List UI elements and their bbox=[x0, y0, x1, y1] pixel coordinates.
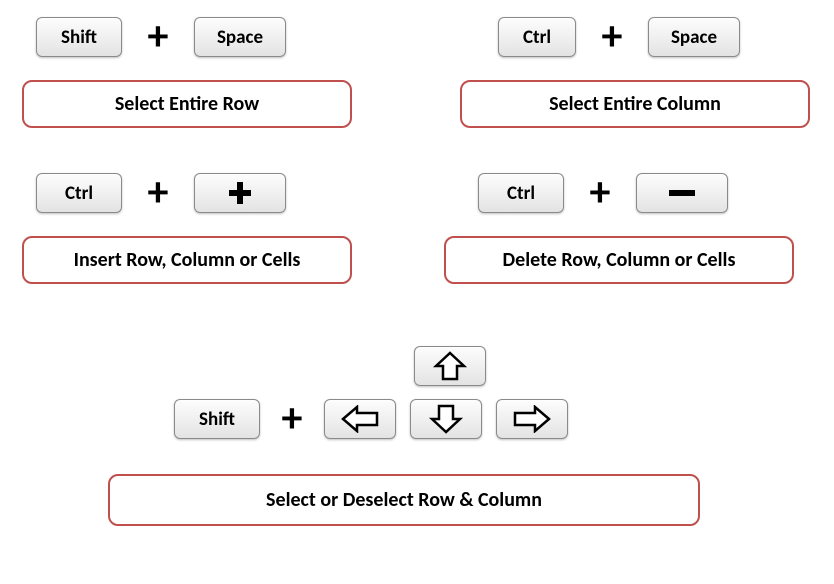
key-space: Space bbox=[194, 17, 286, 57]
label-text: Select or Deselect Row & Column bbox=[266, 488, 542, 512]
key-ctrl: Ctrl bbox=[36, 173, 122, 213]
label-insert: Insert Row, Column or Cells bbox=[22, 236, 352, 284]
shortcut-select-row-keys: Shift + Space bbox=[36, 16, 286, 58]
arrow-up-icon bbox=[433, 351, 467, 381]
label-text: Delete Row, Column or Cells bbox=[503, 248, 736, 272]
label-text: Select Entire Column bbox=[549, 92, 721, 116]
arrow-left-icon bbox=[341, 405, 379, 433]
key-space: Space bbox=[648, 17, 740, 57]
key-shift: Shift bbox=[36, 17, 122, 57]
key-ctrl: Ctrl bbox=[498, 17, 576, 57]
label-delete: Delete Row, Column or Cells bbox=[444, 236, 794, 284]
shortcut-select-column-keys: Ctrl + Space bbox=[498, 16, 740, 58]
key-arrow-right bbox=[496, 399, 568, 439]
key-arrow-left bbox=[324, 399, 396, 439]
plus-icon: + bbox=[582, 172, 618, 214]
shortcut-insert-keys: Ctrl + bbox=[36, 172, 286, 214]
label-select-row: Select Entire Row bbox=[22, 80, 352, 128]
plus-icon: + bbox=[274, 398, 310, 440]
arrow-down-icon bbox=[429, 404, 463, 434]
key-arrow-up bbox=[414, 346, 486, 386]
key-shift: Shift bbox=[174, 399, 260, 439]
key-arrow-down bbox=[410, 399, 482, 439]
arrow-right-icon bbox=[513, 405, 551, 433]
shortcut-select-deselect-keys: Shift + bbox=[174, 398, 568, 440]
label-text: Select Entire Row bbox=[115, 92, 259, 116]
key-ctrl: Ctrl bbox=[478, 173, 564, 213]
label-select-column: Select Entire Column bbox=[460, 80, 810, 128]
label-select-deselect: Select or Deselect Row & Column bbox=[108, 474, 700, 526]
plus-icon: + bbox=[140, 172, 176, 214]
key-minus bbox=[636, 173, 728, 213]
key-plus bbox=[194, 173, 286, 213]
plus-symbol-icon bbox=[227, 180, 253, 206]
plus-icon: + bbox=[594, 16, 630, 58]
shortcut-delete-keys: Ctrl + bbox=[478, 172, 728, 214]
label-text: Insert Row, Column or Cells bbox=[74, 248, 301, 272]
minus-symbol-icon bbox=[667, 180, 697, 206]
plus-icon: + bbox=[140, 16, 176, 58]
